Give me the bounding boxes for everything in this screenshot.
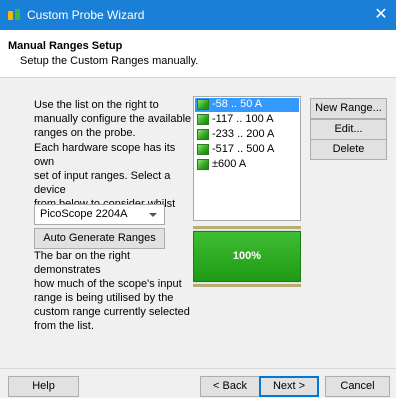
range-color-icon <box>197 129 209 140</box>
list-item[interactable]: ±600 A <box>195 158 299 172</box>
list-item[interactable]: -233 .. 200 A <box>195 128 299 142</box>
range-color-icon <box>197 159 209 170</box>
new-range-button[interactable]: New Range... <box>310 98 387 119</box>
range-color-icon <box>197 114 209 125</box>
page-subtitle: Setup the Custom Ranges manually. <box>20 55 199 67</box>
cancel-button[interactable]: Cancel <box>325 376 390 397</box>
title-bar: Custom Probe Wizard ✕ <box>0 0 396 30</box>
range-color-icon <box>197 99 209 110</box>
device-select-value: PicoScope 2204A <box>40 208 128 220</box>
instructions-text: Use the list on the right to manually co… <box>34 99 192 139</box>
app-icon <box>8 9 20 20</box>
help-button[interactable]: Help <box>8 376 79 397</box>
back-button[interactable]: < Back <box>200 376 260 397</box>
chevron-down-icon[interactable] <box>149 213 157 217</box>
close-icon[interactable]: ✕ <box>366 0 396 30</box>
list-item[interactable]: -58 .. 50 A <box>195 98 299 112</box>
next-button[interactable]: Next > <box>259 376 319 397</box>
device-select[interactable]: PicoScope 2204A <box>34 204 165 225</box>
page-title: Manual Ranges Setup <box>8 40 123 52</box>
list-item[interactable]: -117 .. 100 A <box>195 113 299 127</box>
edit-button[interactable]: Edit... <box>310 119 387 140</box>
window-title: Custom Probe Wizard <box>27 8 145 22</box>
delete-button[interactable]: Delete <box>310 139 387 160</box>
range-utilisation-bar: 100% <box>193 226 301 287</box>
footer-divider <box>0 368 396 369</box>
utilisation-percent: 100% <box>232 250 262 262</box>
list-item[interactable]: -517 .. 500 A <box>195 143 299 157</box>
utilisation-note-text: The bar on the right demonstrates how mu… <box>34 250 190 332</box>
ranges-list[interactable]: -58 .. 50 A -117 .. 100 A -233 .. 200 A … <box>193 96 301 221</box>
auto-generate-ranges-button[interactable]: Auto Generate Ranges <box>34 228 165 249</box>
wizard-header: Manual Ranges Setup Setup the Custom Ran… <box>0 30 396 78</box>
range-color-icon <box>197 144 209 155</box>
